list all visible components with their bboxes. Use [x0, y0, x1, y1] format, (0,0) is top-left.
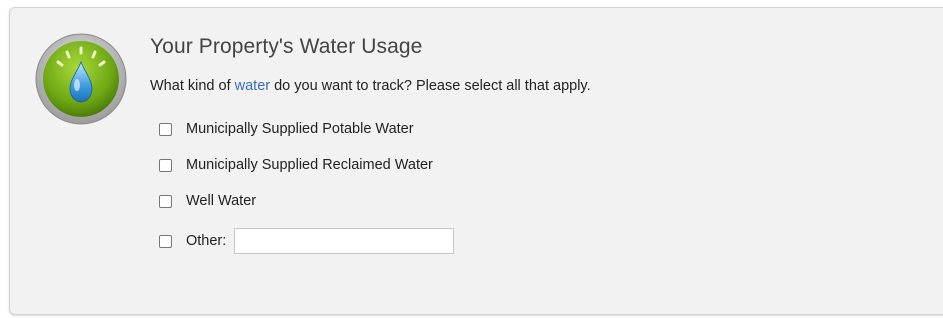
option-well-water[interactable]: Well Water: [159, 190, 256, 212]
option-reclaimed-water[interactable]: Municipally Supplied Reclaimed Water: [159, 154, 433, 176]
question-text: What kind of water do you want to track?…: [150, 78, 591, 94]
checkbox-well-water[interactable]: [159, 194, 172, 208]
option-label: Other:: [186, 233, 227, 249]
checkbox-other[interactable]: [159, 234, 172, 248]
option-label: Municipally Supplied Potable Water: [186, 121, 414, 137]
water-usage-panel: Your Property's Water Usage What kind of…: [9, 7, 943, 315]
water-drop-gauge-icon: [35, 33, 127, 125]
other-text-input[interactable]: [234, 228, 455, 254]
option-other[interactable]: Other:: [159, 228, 455, 254]
water-link[interactable]: water: [235, 78, 270, 94]
option-label: Well Water: [186, 193, 257, 209]
checkbox-reclaimed-water[interactable]: [159, 158, 172, 172]
checkbox-potable-water[interactable]: [159, 122, 172, 136]
page-title: Your Property's Water Usage: [150, 35, 423, 58]
question-suffix: do you want to track? Please select all …: [270, 78, 591, 94]
option-label: Municipally Supplied Reclaimed Water: [186, 157, 433, 173]
option-potable-water[interactable]: Municipally Supplied Potable Water: [159, 118, 414, 140]
question-prefix: What kind of: [150, 78, 235, 94]
